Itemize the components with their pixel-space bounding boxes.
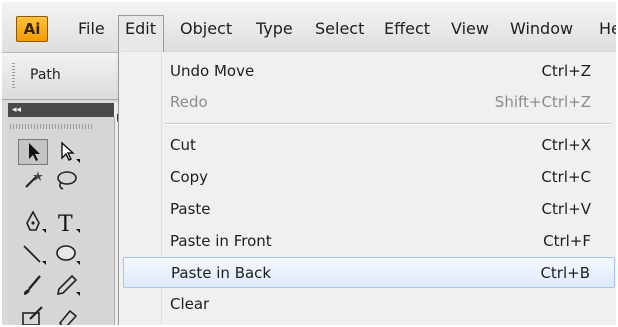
- type-tool-icon[interactable]: T: [52, 209, 82, 237]
- menu-item-paste-in-front[interactable]: Paste in Front Ctrl+F: [123, 226, 615, 257]
- menu-file[interactable]: File: [78, 16, 105, 42]
- menu-item-shortcut: Ctrl+F: [543, 232, 591, 250]
- menu-window[interactable]: Window: [510, 16, 573, 42]
- selection-tool-icon[interactable]: [18, 139, 48, 165]
- menu-help[interactable]: He: [599, 16, 616, 42]
- menu-item-shortcut: Ctrl+V: [541, 200, 591, 218]
- menu-item-shortcut: Ctrl+B: [540, 264, 590, 282]
- menu-item-label: Redo: [170, 93, 208, 111]
- menu-item-label: Undo Move: [170, 62, 255, 80]
- menu-item-label: Clear: [170, 295, 210, 313]
- menu-edit[interactable]: Edit: [118, 15, 164, 53]
- menu-item-paste[interactable]: Paste Ctrl+V: [123, 194, 615, 225]
- pen-tool-icon[interactable]: [18, 209, 48, 235]
- menu-item-label: Paste in Back: [171, 264, 272, 282]
- menu-item-clear[interactable]: Clear: [123, 289, 615, 320]
- tools-panel-collapse-bar[interactable]: ◂◂: [8, 103, 114, 117]
- illustrator-logo-icon[interactable]: Ai: [16, 16, 48, 42]
- svg-text:T: T: [58, 212, 73, 235]
- direct-selection-tool-icon[interactable]: [52, 139, 82, 165]
- menu-item-copy[interactable]: Copy Ctrl+C: [123, 162, 615, 193]
- menu-bar: Ai File Edit Object Type Select Effect V…: [2, 2, 616, 53]
- menu-object[interactable]: Object: [180, 16, 232, 42]
- ellipse-tool-icon[interactable]: [52, 241, 82, 267]
- menu-item-shortcut: Ctrl+Z: [541, 62, 591, 80]
- menu-item-paste-in-back[interactable]: Paste in Back Ctrl+B: [123, 257, 615, 288]
- line-segment-tool-icon[interactable]: [18, 241, 48, 267]
- magic-wand-tool-icon[interactable]: [18, 167, 48, 193]
- menu-select[interactable]: Select: [315, 16, 364, 42]
- menu-item-shortcut: Shift+Ctrl+Z: [494, 93, 591, 111]
- panel-grip-icon[interactable]: [10, 124, 94, 129]
- menu-view[interactable]: View: [451, 16, 489, 42]
- menu-item-redo: Redo Shift+Ctrl+Z: [123, 87, 615, 118]
- menu-item-label: Paste: [170, 200, 211, 218]
- pencil-tool-icon[interactable]: [52, 272, 82, 298]
- menu-item-label: Paste in Front: [170, 232, 272, 250]
- app-window: Ai File Edit Object Type Select Effect V…: [2, 2, 616, 325]
- panel-grip-icon[interactable]: [12, 63, 15, 89]
- menu-item-cut[interactable]: Cut Ctrl+X: [123, 130, 615, 161]
- path-label: Path: [30, 67, 61, 83]
- paintbrush-tool-icon[interactable]: [18, 272, 48, 298]
- control-panel: Path: [2, 53, 122, 100]
- menu-item-label: Copy: [170, 168, 209, 186]
- menu-item-undo-move[interactable]: Undo Move Ctrl+Z: [123, 56, 615, 87]
- menu-item-label: Cut: [170, 136, 196, 154]
- menu-separator: [165, 123, 611, 125]
- tools-panel: T: [8, 117, 115, 325]
- edit-menu-dropdown: Undo Move Ctrl+Z Redo Shift+Ctrl+Z Cut C…: [118, 52, 616, 325]
- menu-type[interactable]: Type: [256, 16, 293, 42]
- menu-item-shortcut: Ctrl+C: [541, 168, 591, 186]
- eraser-tool-icon[interactable]: [52, 303, 82, 325]
- blob-brush-tool-icon[interactable]: [18, 303, 48, 325]
- lasso-tool-icon[interactable]: [52, 167, 82, 193]
- menu-item-shortcut: Ctrl+X: [541, 136, 591, 154]
- menu-effect[interactable]: Effect: [384, 16, 430, 42]
